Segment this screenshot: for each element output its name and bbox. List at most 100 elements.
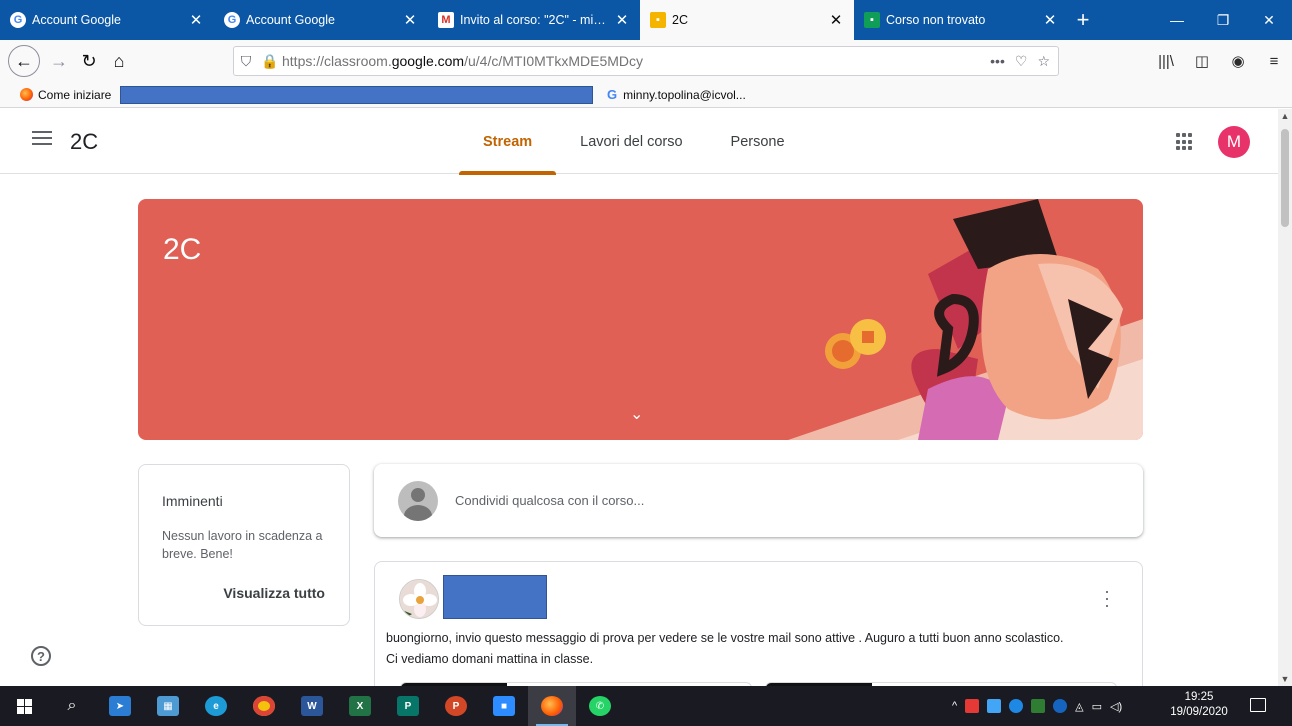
google-g-icon: G xyxy=(224,12,240,28)
close-window-icon[interactable]: ✕ xyxy=(1246,0,1292,40)
search-icon[interactable]: ⌕ xyxy=(48,686,96,726)
back-button[interactable]: ← xyxy=(8,45,40,77)
bookmark-come-iniziare[interactable]: Come iniziare xyxy=(0,88,111,102)
bluetooth-icon[interactable] xyxy=(1053,699,1068,713)
flower-icon xyxy=(400,580,438,618)
tab-label: Corso non trovato xyxy=(886,13,986,27)
shield-tray-icon[interactable] xyxy=(1031,699,1046,713)
network-icon[interactable]: ◬ xyxy=(1075,700,1083,713)
classroom-header: 2C Stream Lavori del corso Persone M xyxy=(0,109,1278,175)
redacted-bookmark xyxy=(120,86,593,104)
tab-label: 2C xyxy=(672,13,688,27)
whatsapp-icon[interactable]: ✆ xyxy=(576,686,624,726)
sidebar-icon[interactable]: ◫ xyxy=(1184,52,1220,70)
account-icon[interactable]: ◉ xyxy=(1220,52,1256,70)
browser-tab-account-google-1[interactable]: G Account Google ✕ xyxy=(0,0,214,40)
tab-lavori-del-corso[interactable]: Lavori del corso xyxy=(556,109,706,174)
upcoming-card: Imminenti Nessun lavoro in scadenza a br… xyxy=(138,464,350,626)
view-all-link[interactable]: Visualizza tutto xyxy=(223,585,325,601)
browser-tab-corso-non-trovato[interactable]: ▪ Corso non trovato ✕ xyxy=(854,0,1068,40)
zoom-icon[interactable]: ■ xyxy=(480,686,528,726)
tray-app-icon[interactable] xyxy=(965,699,980,713)
reload-button[interactable]: ↻ xyxy=(74,46,104,76)
forward-button[interactable]: → xyxy=(44,46,74,76)
pocket-icon[interactable]: ♡ xyxy=(1015,53,1028,70)
google-g-icon: G xyxy=(10,12,26,28)
bookmarks-bar: Come iniziare G minny.topolina@icvol... xyxy=(0,82,1292,108)
upcoming-title: Imminenti xyxy=(162,493,223,509)
shield-icon[interactable]: ⛉ xyxy=(234,53,258,70)
author-avatar xyxy=(399,579,439,619)
browser-tab-account-google-2[interactable]: G Account Google ✕ xyxy=(214,0,428,40)
classroom-icon: ▪ xyxy=(650,12,666,28)
tab-stream[interactable]: Stream xyxy=(459,109,557,175)
url-bar[interactable]: ⛉ 🔒 https://classroom.google.com/u/4/c/M… xyxy=(233,46,1059,76)
windows-taskbar: ⌕ ➤ ▦ e W X P P ■ ✆ ^ ◬ ▭ ◁) 19:25 19/09… xyxy=(0,686,1292,726)
firefox-icon xyxy=(20,88,33,101)
share-placeholder[interactable]: Condividi qualcosa con il corso... xyxy=(455,493,644,508)
share-with-class-box[interactable]: Condividi qualcosa con il corso... xyxy=(374,464,1143,537)
minimize-icon[interactable]: — xyxy=(1154,0,1200,40)
tab-persone[interactable]: Persone xyxy=(707,109,809,174)
url-text[interactable]: https://classroom.google.com/u/4/c/MTI0M… xyxy=(282,53,990,69)
scroll-up-icon[interactable]: ▲ xyxy=(1278,111,1292,121)
lock-icon[interactable]: 🔒 xyxy=(258,53,282,70)
bookmark-google-account[interactable]: G minny.topolina@icvol... xyxy=(607,87,746,102)
start-button[interactable] xyxy=(0,686,48,726)
bookmark-star-icon[interactable]: ☆ xyxy=(1037,53,1050,70)
help-icon[interactable]: ? xyxy=(31,646,51,666)
excel-icon[interactable]: X xyxy=(336,686,384,726)
chrome-icon[interactable] xyxy=(240,686,288,726)
redacted-author-name xyxy=(443,575,547,619)
tab-label: Account Google xyxy=(246,13,335,27)
close-icon[interactable]: ✕ xyxy=(188,11,204,29)
banner-title: 2C xyxy=(163,233,202,266)
window-controls: — ❐ ✕ xyxy=(1154,0,1292,40)
volume-icon[interactable]: ◁) xyxy=(1110,700,1122,713)
publisher-icon[interactable]: P xyxy=(384,686,432,726)
browser-tab-bar: G Account Google ✕ G Account Google ✕ M … xyxy=(0,0,1292,40)
calendar-app-icon[interactable]: ▦ xyxy=(144,686,192,726)
close-icon[interactable]: ✕ xyxy=(1042,11,1058,29)
scroll-down-icon[interactable]: ▼ xyxy=(1278,674,1292,684)
classroom-icon: ▪ xyxy=(864,12,880,28)
tray-app-icon[interactable] xyxy=(1009,699,1024,713)
hamburger-menu-icon[interactable] xyxy=(32,131,52,147)
gmail-icon: M xyxy=(438,12,454,28)
notification-icon[interactable] xyxy=(1250,698,1266,712)
close-icon[interactable]: ✕ xyxy=(402,11,418,29)
stream-post: · · · buongiorno, invio questo messaggio d… xyxy=(374,561,1143,686)
firefox-taskbar-icon[interactable] xyxy=(528,686,576,726)
google-apps-icon[interactable] xyxy=(1176,133,1194,151)
menu-icon[interactable]: ≡ xyxy=(1256,53,1292,70)
display-icon[interactable]: ▭ xyxy=(1092,700,1102,713)
browser-tab-2c[interactable]: ▪ 2C ✕ xyxy=(640,0,854,40)
course-banner: 2C ⌄ xyxy=(138,199,1143,440)
edge-icon[interactable]: e xyxy=(192,686,240,726)
close-icon[interactable]: ✕ xyxy=(614,11,630,29)
post-body: buongiorno, invio questo messaggio di pr… xyxy=(386,631,1064,666)
more-options-icon[interactable]: · · · xyxy=(1097,582,1117,614)
restore-icon[interactable]: ❐ xyxy=(1200,0,1246,40)
tray-app-icon[interactable] xyxy=(987,699,1002,713)
upcoming-text: Nessun lavoro in scadenza a breve. Bene! xyxy=(162,529,323,561)
close-icon[interactable]: ✕ xyxy=(828,11,844,29)
scrollbar-thumb[interactable] xyxy=(1281,129,1289,227)
chevron-down-icon[interactable]: ⌄ xyxy=(630,404,643,424)
tab-label: Invito al corso: "2C" - minny.t xyxy=(460,13,608,27)
library-icon[interactable]: |||\ xyxy=(1148,53,1184,70)
home-button[interactable]: ⌂ xyxy=(104,46,134,76)
app-icon[interactable]: ➤ xyxy=(96,686,144,726)
powerpoint-icon[interactable]: P xyxy=(432,686,480,726)
system-tray: ^ ◬ ▭ ◁) xyxy=(952,686,1122,726)
chevron-up-icon[interactable]: ^ xyxy=(952,700,957,712)
new-tab-button[interactable]: + xyxy=(1068,0,1098,40)
page-scrollbar[interactable]: ▲ ▼ xyxy=(1278,109,1292,686)
course-title[interactable]: 2C xyxy=(70,129,98,155)
page-actions-icon[interactable]: ••• xyxy=(990,53,1005,70)
word-icon[interactable]: W xyxy=(288,686,336,726)
tab-label: Account Google xyxy=(32,13,121,27)
browser-tab-invite[interactable]: M Invito al corso: "2C" - minny.t ✕ xyxy=(428,0,640,40)
avatar[interactable]: M xyxy=(1218,126,1250,158)
taskbar-clock[interactable]: 19:25 19/09/2020 xyxy=(1166,690,1232,720)
